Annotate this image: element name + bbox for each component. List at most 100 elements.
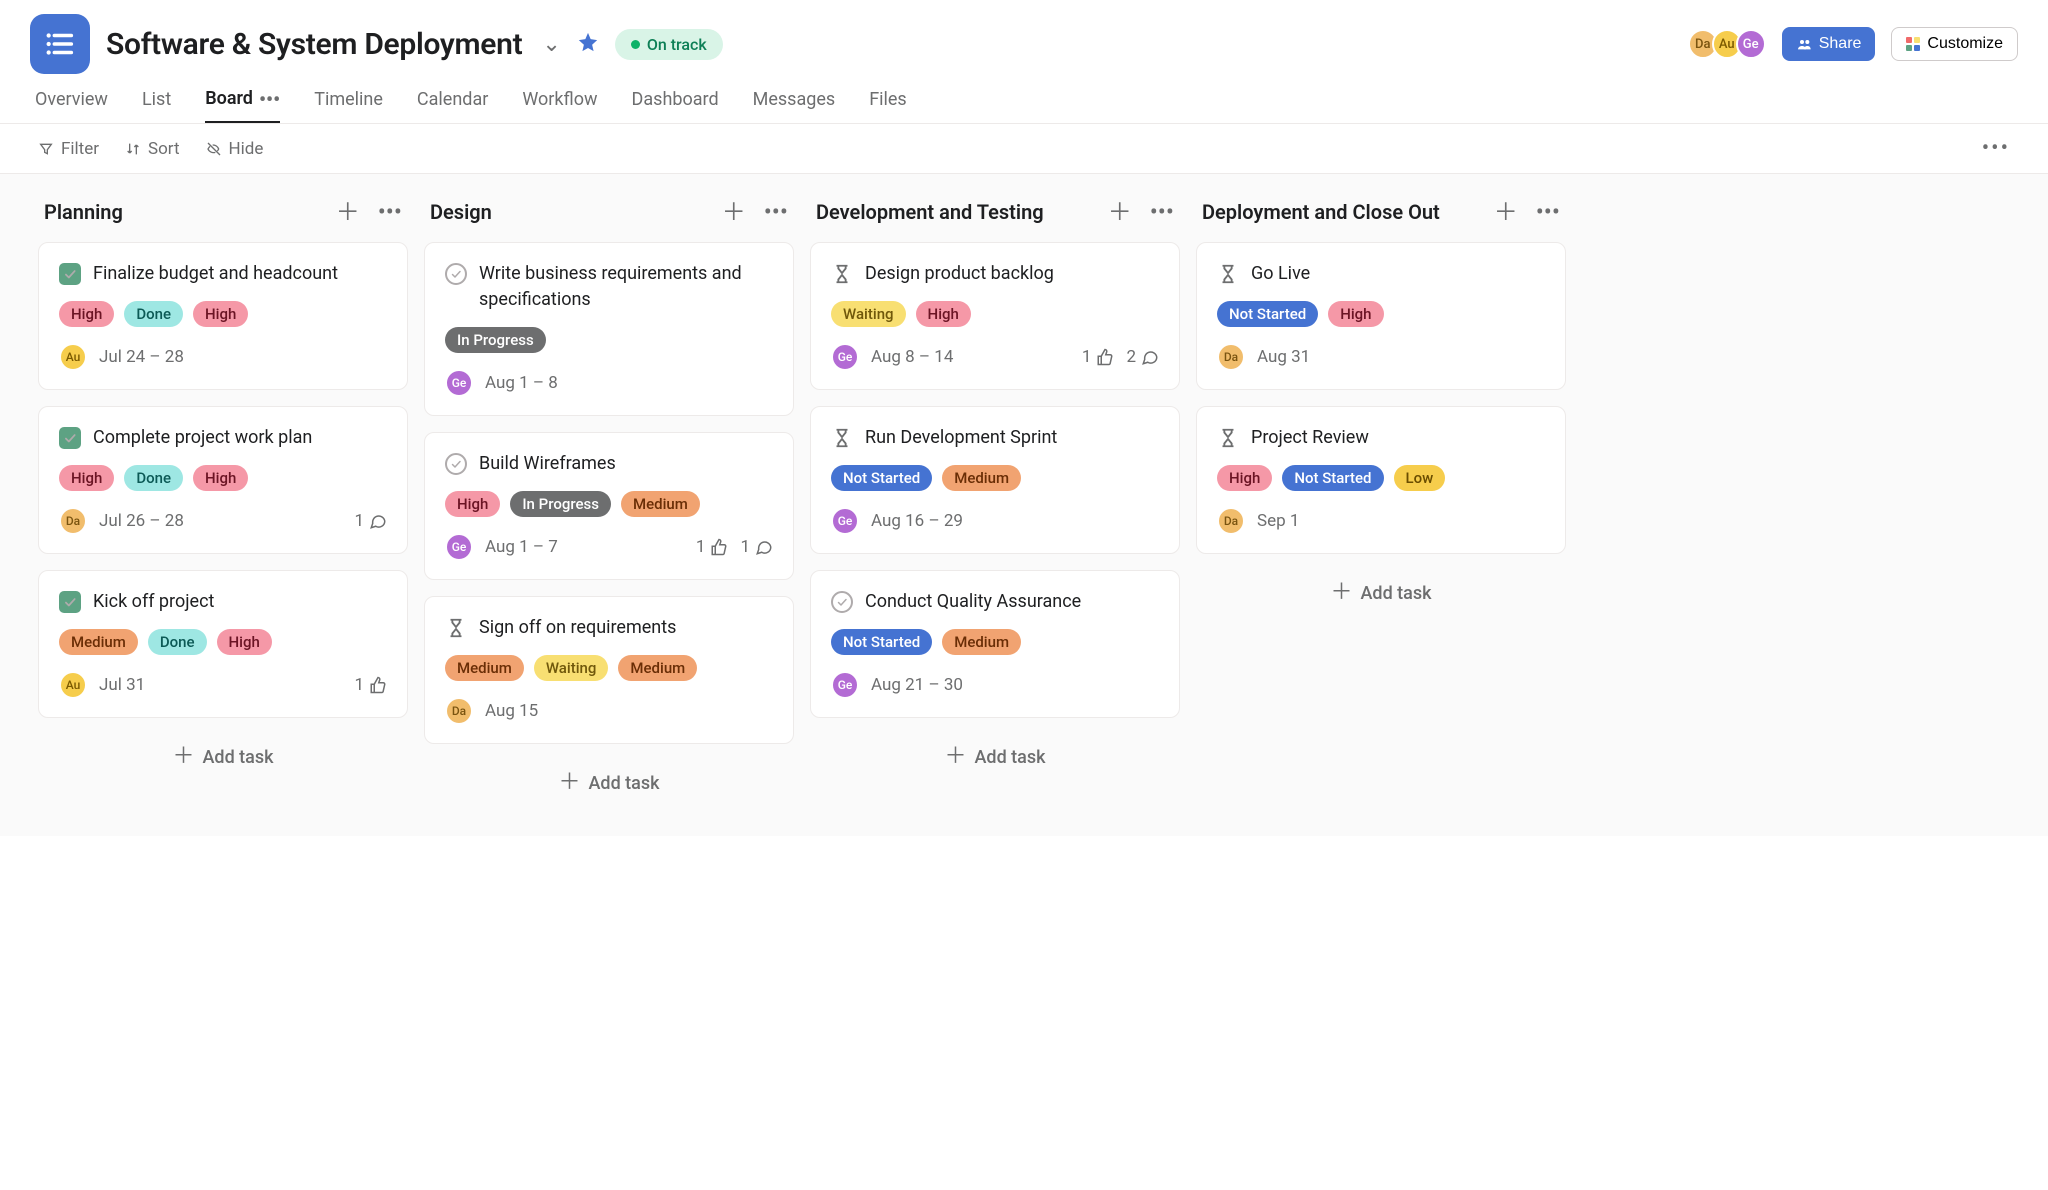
hourglass-icon[interactable]: [1217, 263, 1239, 285]
complete-check-icon[interactable]: [59, 263, 81, 285]
task-card[interactable]: Project ReviewHighNot StartedLowDaSep 1: [1196, 406, 1566, 554]
tag[interactable]: High: [916, 301, 971, 327]
tag[interactable]: Not Started: [1217, 301, 1318, 327]
task-card[interactable]: Build WireframesHighIn ProgressMediumGeA…: [424, 432, 794, 580]
assignee-avatar[interactable]: Au: [59, 343, 87, 371]
avatar[interactable]: Ge: [1736, 29, 1766, 59]
add-task-button[interactable]: ＋Add task: [810, 734, 1180, 780]
column-more-icon[interactable]: •••: [764, 200, 788, 224]
tag[interactable]: Medium: [618, 655, 697, 681]
column-title[interactable]: Development and Testing: [816, 200, 1044, 224]
assignee-avatar[interactable]: Ge: [445, 533, 473, 561]
tag[interactable]: High: [59, 301, 114, 327]
tag[interactable]: Done: [124, 301, 183, 327]
column-more-icon[interactable]: •••: [378, 200, 402, 224]
add-card-icon[interactable]: ＋: [1108, 200, 1132, 224]
tag[interactable]: Not Started: [1282, 465, 1383, 491]
project-title[interactable]: Software & System Deployment: [106, 27, 522, 62]
likes-count[interactable]: 1: [354, 675, 387, 695]
tab-more-icon[interactable]: •••: [259, 89, 280, 109]
assignee-avatar[interactable]: Au: [59, 671, 87, 699]
tab-list[interactable]: List: [142, 88, 171, 123]
hourglass-icon[interactable]: [831, 427, 853, 449]
add-task-button[interactable]: ＋Add task: [38, 734, 408, 780]
tag[interactable]: Waiting: [534, 655, 609, 681]
comments-count[interactable]: 1: [354, 511, 387, 531]
add-card-icon[interactable]: ＋: [722, 200, 746, 224]
task-card[interactable]: Conduct Quality AssuranceNot StartedMedi…: [810, 570, 1180, 718]
assignee-avatar[interactable]: Ge: [445, 369, 473, 397]
sort-button[interactable]: Sort: [125, 139, 180, 159]
hourglass-icon[interactable]: [445, 617, 467, 639]
likes-count[interactable]: 1: [1082, 347, 1115, 367]
more-menu-icon[interactable]: •••: [1982, 136, 2010, 161]
filter-button[interactable]: Filter: [38, 139, 99, 159]
tab-files[interactable]: Files: [869, 88, 907, 123]
assignee-avatar[interactable]: Da: [1217, 507, 1245, 535]
task-card[interactable]: Finalize budget and headcountHighDoneHig…: [38, 242, 408, 390]
tag[interactable]: Done: [124, 465, 183, 491]
task-card[interactable]: Write business requirements and specific…: [424, 242, 794, 416]
assignee-avatar[interactable]: Da: [445, 697, 473, 725]
tag[interactable]: High: [59, 465, 114, 491]
task-card[interactable]: Go LiveNot StartedHighDaAug 31: [1196, 242, 1566, 390]
assignee-avatar[interactable]: Ge: [831, 343, 859, 371]
star-icon[interactable]: [577, 31, 599, 57]
tag[interactable]: High: [193, 465, 248, 491]
task-card[interactable]: Design product backlogWaitingHighGeAug 8…: [810, 242, 1180, 390]
hourglass-icon[interactable]: [1217, 427, 1239, 449]
tag[interactable]: Low: [1394, 465, 1446, 491]
tab-workflow[interactable]: Workflow: [522, 88, 597, 123]
tag[interactable]: Not Started: [831, 629, 932, 655]
check-icon[interactable]: [831, 591, 853, 613]
tab-board[interactable]: Board•••: [205, 88, 280, 123]
tag[interactable]: High: [193, 301, 248, 327]
tag[interactable]: Not Started: [831, 465, 932, 491]
add-card-icon[interactable]: ＋: [336, 200, 360, 224]
assignee-avatar[interactable]: Da: [1217, 343, 1245, 371]
assignee-avatar[interactable]: Ge: [831, 671, 859, 699]
member-avatars[interactable]: DaAuGe: [1694, 29, 1766, 59]
comments-count[interactable]: 1: [740, 537, 773, 557]
likes-count[interactable]: 1: [696, 537, 729, 557]
task-card[interactable]: Kick off projectMediumDoneHighAuJul 311: [38, 570, 408, 718]
tag[interactable]: Medium: [621, 491, 700, 517]
column-more-icon[interactable]: •••: [1536, 200, 1560, 224]
column-more-icon[interactable]: •••: [1150, 200, 1174, 224]
add-task-button[interactable]: ＋Add task: [1196, 570, 1566, 616]
tag[interactable]: Medium: [942, 629, 1021, 655]
tag[interactable]: In Progress: [510, 491, 611, 517]
tab-calendar[interactable]: Calendar: [417, 88, 488, 123]
tag[interactable]: High: [445, 491, 500, 517]
tag[interactable]: High: [1328, 301, 1383, 327]
column-title[interactable]: Planning: [44, 200, 123, 224]
check-icon[interactable]: [445, 453, 467, 475]
tab-timeline[interactable]: Timeline: [314, 88, 383, 123]
column-title[interactable]: Design: [430, 200, 492, 224]
tag[interactable]: Medium: [59, 629, 138, 655]
tag[interactable]: Waiting: [831, 301, 906, 327]
complete-check-icon[interactable]: [59, 427, 81, 449]
tag[interactable]: Medium: [445, 655, 524, 681]
tab-dashboard[interactable]: Dashboard: [632, 88, 719, 123]
hourglass-icon[interactable]: [831, 263, 853, 285]
customize-button[interactable]: Customize: [1891, 27, 2018, 61]
tag[interactable]: Done: [148, 629, 207, 655]
task-card[interactable]: Run Development SprintNot StartedMediumG…: [810, 406, 1180, 554]
complete-check-icon[interactable]: [59, 591, 81, 613]
chevron-down-icon[interactable]: ⌄: [542, 32, 560, 57]
assignee-avatar[interactable]: Da: [59, 507, 87, 535]
comments-count[interactable]: 2: [1126, 347, 1159, 367]
hide-button[interactable]: Hide: [206, 139, 264, 159]
tab-messages[interactable]: Messages: [753, 88, 836, 123]
column-title[interactable]: Deployment and Close Out: [1202, 200, 1440, 224]
status-badge[interactable]: On track: [615, 29, 723, 60]
add-card-icon[interactable]: ＋: [1494, 200, 1518, 224]
task-card[interactable]: Sign off on requirementsMediumWaitingMed…: [424, 596, 794, 744]
tag[interactable]: In Progress: [445, 327, 546, 353]
add-task-button[interactable]: ＋Add task: [424, 760, 794, 806]
check-icon[interactable]: [445, 263, 467, 285]
tag[interactable]: High: [1217, 465, 1272, 491]
assignee-avatar[interactable]: Ge: [831, 507, 859, 535]
task-card[interactable]: Complete project work planHighDoneHighDa…: [38, 406, 408, 554]
